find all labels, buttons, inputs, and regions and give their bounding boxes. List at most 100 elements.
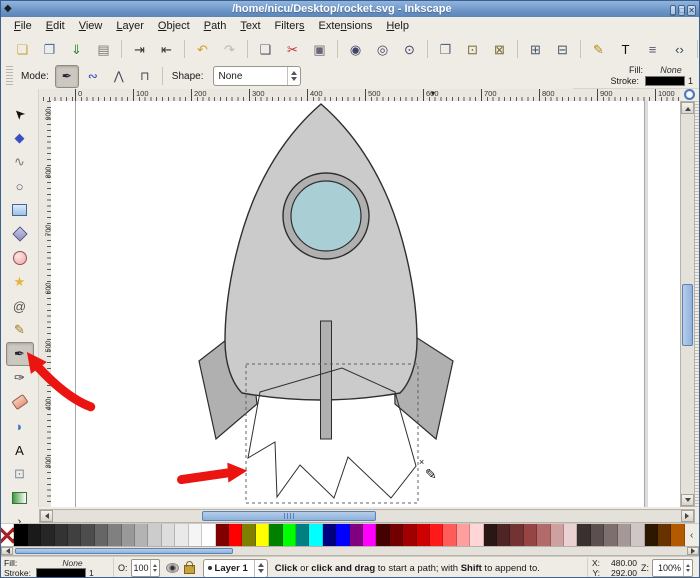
- palette-swatch[interactable]: [269, 524, 283, 547]
- tweak-tool-button[interactable]: ∿: [6, 150, 34, 174]
- palette-swatch[interactable]: [54, 524, 69, 547]
- palette-swatch[interactable]: [336, 524, 350, 547]
- export-document-button[interactable]: ⇤: [154, 37, 179, 62]
- palette-swatch[interactable]: [657, 524, 672, 547]
- options-grip[interactable]: [6, 66, 13, 86]
- node-tool-button[interactable]: ◆: [6, 126, 34, 150]
- palette-swatch[interactable]: [644, 524, 658, 547]
- palette-swatch[interactable]: [175, 524, 189, 547]
- palette-swatch[interactable]: [309, 524, 323, 547]
- palette-swatch[interactable]: [121, 524, 136, 547]
- fill-value[interactable]: None: [36, 558, 109, 568]
- palette-scrollbar[interactable]: [1, 546, 699, 556]
- canvas-corner-button[interactable]: [682, 88, 696, 101]
- palette-swatch[interactable]: [523, 524, 538, 547]
- scroll-up-button[interactable]: [681, 102, 694, 114]
- palette-swatch[interactable]: [537, 524, 551, 547]
- menu-item-layer[interactable]: Layer: [109, 19, 151, 33]
- pencil-tool-button[interactable]: ✎: [6, 318, 34, 342]
- palette-swatch[interactable]: [202, 524, 216, 547]
- palette-swatch[interactable]: [41, 524, 55, 547]
- palette-swatch[interactable]: [430, 524, 444, 547]
- palette-swatch[interactable]: [604, 524, 618, 547]
- palette-swatch[interactable]: [14, 524, 28, 547]
- menu-item-view[interactable]: View: [72, 19, 110, 33]
- palette-swatch[interactable]: [376, 524, 390, 547]
- dock-grip[interactable]: [695, 101, 699, 507]
- palette-swatch[interactable]: [322, 524, 337, 547]
- straight-segments-mode-button[interactable]: ⋀: [107, 65, 131, 88]
- palette-swatch[interactable]: [483, 524, 498, 547]
- bezier-mode-button[interactable]: ✒: [54, 64, 79, 88]
- palette-swatch[interactable]: [550, 524, 565, 547]
- calligraphy-tool-button[interactable]: ✑: [6, 366, 34, 390]
- canvas[interactable]: × ✎: [51, 101, 682, 507]
- palette-swatch[interactable]: [617, 524, 632, 547]
- palette-swatch[interactable]: [443, 524, 457, 547]
- copy-button[interactable]: ❑: [253, 37, 278, 62]
- rocket-stick[interactable]: [320, 320, 332, 440]
- palette-swatch[interactable]: [255, 524, 270, 547]
- horizontal-scrollbar[interactable]: [39, 509, 695, 523]
- stroke-color-swatch[interactable]: [644, 75, 685, 86]
- palette-scrollbar-thumb[interactable]: [15, 548, 233, 554]
- bezier-tool-button[interactable]: ✒: [5, 342, 34, 366]
- palette-swatch[interactable]: [81, 524, 95, 547]
- menu-item-text[interactable]: Text: [233, 19, 267, 33]
- menu-item-path[interactable]: Path: [197, 19, 234, 33]
- palette-scroll-left-button[interactable]: [1, 547, 13, 555]
- menu-item-file[interactable]: File: [7, 19, 39, 33]
- palette-swatch[interactable]: [68, 524, 82, 547]
- layer-spinner-icon[interactable]: [253, 559, 267, 577]
- clone-button[interactable]: ⊡: [460, 37, 485, 62]
- scroll-left-button[interactable]: [40, 510, 53, 522]
- layer-lock-icon[interactable]: [183, 560, 195, 574]
- paste-button[interactable]: ▣: [307, 37, 332, 62]
- palette-swatch[interactable]: [470, 524, 484, 547]
- undo-button[interactable]: ↶: [190, 37, 215, 62]
- scroll-down-button[interactable]: [681, 494, 694, 506]
- palette-swatch[interactable]: [590, 524, 605, 547]
- save-document-button[interactable]: ⇓: [64, 37, 89, 62]
- text-dialog-button[interactable]: T: [613, 37, 638, 62]
- ellipse-tool-button[interactable]: [6, 246, 34, 270]
- zoom-tool-button[interactable]: ○: [6, 174, 34, 198]
- selector-tool-button[interactable]: ➤: [6, 102, 34, 126]
- palette-swatch[interactable]: [108, 524, 122, 547]
- new-document-button[interactable]: ❏: [10, 37, 35, 62]
- import-document-button[interactable]: ⇥: [127, 37, 152, 62]
- unlink-clone-button[interactable]: ⊠: [487, 37, 512, 62]
- stroke-color-swatch[interactable]: [36, 568, 86, 577]
- palette-swatch[interactable]: [27, 524, 42, 547]
- rectangle-tool-button[interactable]: [6, 198, 34, 222]
- vertical-scrollbar[interactable]: [680, 101, 695, 507]
- palette-swatch[interactable]: [228, 524, 243, 547]
- palette-swatch[interactable]: [242, 524, 256, 547]
- palette-scroll-left-icon[interactable]: ‹: [685, 524, 699, 547]
- palette-swatch[interactable]: [403, 524, 417, 547]
- zoom-selection-button[interactable]: ◉: [343, 37, 368, 62]
- connector-tool-button[interactable]: ⊡: [6, 462, 34, 486]
- spinner-icon[interactable]: [683, 560, 692, 576]
- print-document-button[interactable]: ▤: [91, 37, 116, 62]
- menu-item-filters[interactable]: Filters: [268, 19, 312, 33]
- shape-select[interactable]: None: [212, 66, 301, 86]
- star-tool-button[interactable]: ★: [6, 270, 34, 294]
- maximize-button[interactable]: □: [678, 5, 686, 16]
- palette-swatch[interactable]: [510, 524, 524, 547]
- menu-item-extensions[interactable]: Extensions: [312, 19, 380, 33]
- palette-swatch-none[interactable]: [1, 524, 15, 547]
- palette-swatch[interactable]: [215, 524, 229, 547]
- palette-swatch[interactable]: [631, 524, 645, 547]
- duplicate-button[interactable]: ❒: [433, 37, 458, 62]
- xml-editor-button[interactable]: ‹›: [667, 37, 692, 62]
- zoom-drawing-button[interactable]: ◎: [370, 37, 395, 62]
- minimize-button[interactable]: _: [670, 5, 677, 16]
- palette-swatch[interactable]: [564, 524, 578, 547]
- open-document-button[interactable]: ❐: [37, 37, 62, 62]
- palette-swatch[interactable]: [188, 524, 203, 547]
- spiral-tool-button[interactable]: @: [6, 294, 34, 318]
- palette-swatch[interactable]: [349, 524, 363, 547]
- palette-swatch[interactable]: [295, 524, 310, 547]
- scroll-right-button[interactable]: [681, 510, 694, 522]
